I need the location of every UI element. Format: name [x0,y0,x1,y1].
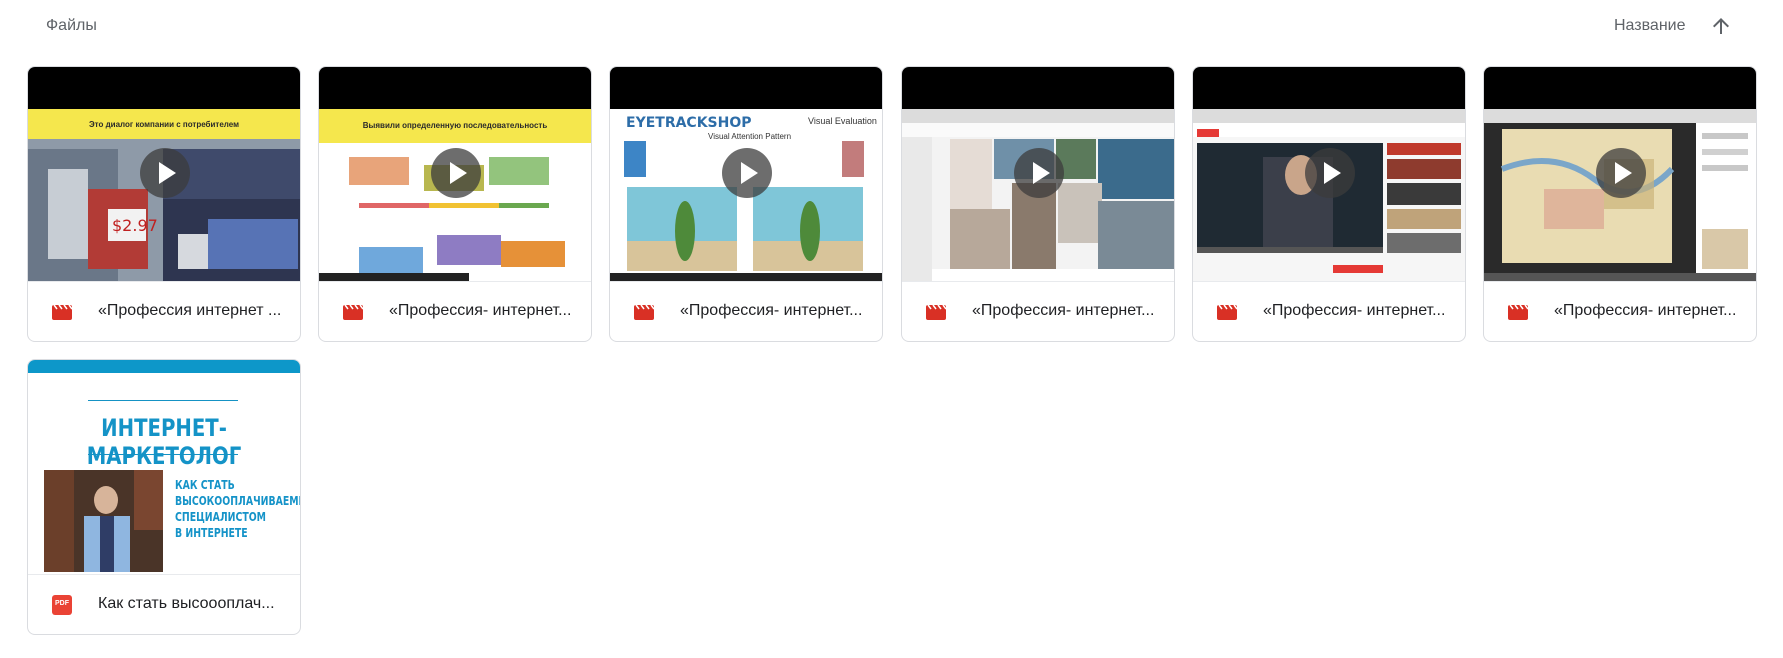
file-name: «Профессия интернет ... [98,302,282,319]
video-file-icon [343,304,363,320]
pdf-cover-title: ИНТЕРНЕТ-МАРКЕТОЛОГ [86,414,242,470]
sort-by-name-button[interactable]: Название [1614,17,1686,35]
pdf-cover-subtitle: КАК СТАТЬ ВЫСОКООПЛАЧИВАЕМЫМ СПЕЦИАЛИСТО… [175,478,300,540]
video-file-icon [926,304,946,320]
file-card[interactable]: Выявили определенную последовательность … [318,66,592,342]
arrow-upward-icon[interactable] [1709,14,1733,38]
video-file-icon [1217,304,1237,320]
file-card[interactable]: ИНТЕРНЕТ-МАРКЕТОЛОГ КАК СТАТЬ ВЫСОКООПЛА… [27,359,301,635]
video-thumbnail: Выявили определенную последовательность [319,67,591,281]
video-file-icon [634,304,654,320]
video-thumbnail [1484,67,1756,281]
play-icon [1305,148,1355,198]
video-file-icon [1508,304,1528,320]
thumbnail-caption: Visual Evaluation [808,116,877,126]
file-name: «Профессия- интернет... [972,302,1155,319]
play-icon [1596,148,1646,198]
video-thumbnail [1193,67,1465,281]
file-name: «Профессия- интернет... [1554,302,1737,319]
play-icon [431,148,481,198]
pdf-cover-photo [44,470,163,572]
thumbnail-logo: EYETRACKSHOP [626,115,752,131]
file-name: Как стать высоооплач... [98,595,275,612]
play-icon [140,148,190,198]
file-card[interactable]: EYETRACKSHOP Visual Evaluation Visual At… [609,66,883,342]
play-icon [1014,148,1064,198]
thumbnail-caption: Выявили определенную последовательность [319,109,591,143]
file-card[interactable]: «Профессия- интернет... [901,66,1175,342]
pdf-thumbnail: ИНТЕРНЕТ-МАРКЕТОЛОГ КАК СТАТЬ ВЫСОКООПЛА… [28,360,300,574]
file-name: «Профессия- интернет... [1263,302,1446,319]
file-card[interactable]: «Профессия- интернет... [1192,66,1466,342]
video-thumbnail: EYETRACKSHOP Visual Evaluation Visual At… [610,67,882,281]
play-icon [722,148,772,198]
files-header: Файлы Название [0,0,1783,50]
section-title: Файлы [46,17,97,34]
pdf-file-icon: PDF [52,595,72,615]
file-card[interactable]: Это диалог компании с потребителем $2.97… [27,66,301,342]
video-thumbnail: Это диалог компании с потребителем $2.97 [28,67,300,281]
thumbnail-caption: Это диалог компании с потребителем [28,109,300,139]
svg-text:$2.97: $2.97 [112,216,158,235]
video-file-icon [52,304,72,320]
file-name: «Профессия- интернет... [680,302,863,319]
video-thumbnail [902,67,1174,281]
file-name: «Профессия- интернет... [389,302,572,319]
thumbnail-subcaption: Visual Attention Pattern [708,132,792,141]
file-card[interactable]: «Профессия- интернет... [1483,66,1757,342]
